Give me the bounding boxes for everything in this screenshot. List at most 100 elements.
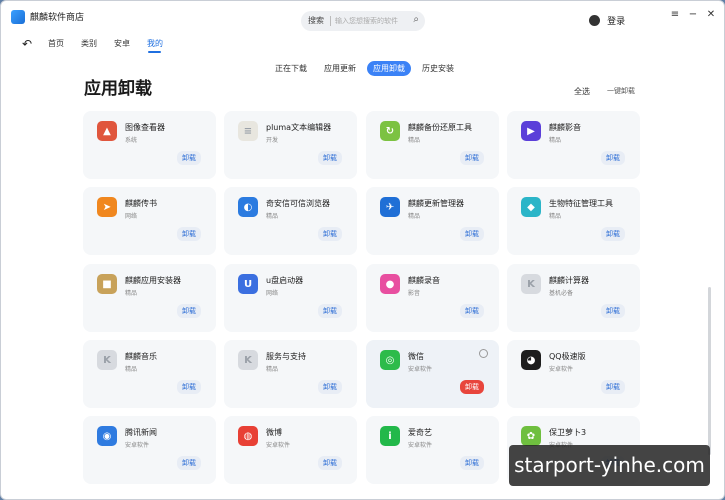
uninstall-button[interactable]: 卸载 [318,151,342,165]
app-card[interactable]: ≡ pluma文本编辑器 开发 卸载 [224,111,357,179]
uninstall-button[interactable]: 卸载 [318,380,342,394]
app-category: 精品 [408,137,421,144]
nav-android[interactable]: 安卓 [114,38,130,49]
calculator-icon: K [521,274,541,294]
app-name: 麒麟影音 [549,123,581,132]
app-card[interactable]: ◉ 腾讯新闻 安卓软件 卸载 [83,416,216,484]
usb-boot-icon: U [238,274,258,294]
app-card[interactable]: ◕ QQ极速版 安卓软件 卸载 [507,340,640,408]
uninstall-button[interactable]: 卸载 [177,227,201,241]
app-category: 网络 [125,213,138,220]
app-card[interactable]: ▶ 麒麟影音精品卸载 [507,111,640,179]
uninstall-button[interactable]: 卸载 [177,456,201,470]
app-category: 精品 [549,137,562,144]
app-category: 安卓软件 [266,442,291,449]
uninstall-button[interactable]: 卸载 [177,380,201,394]
uninstall-button[interactable]: 卸载 [460,380,484,394]
app-card[interactable]: ● 麒麟录音 影音 卸载 [366,264,499,332]
app-card[interactable]: i 爱奇艺 安卓软件 卸载 [366,416,499,484]
uninstall-button[interactable]: 卸载 [601,151,625,165]
app-card[interactable]: ■ 麒麟应用安装器 精品 卸载 [83,264,216,332]
app-name: 麒麟计算器 [549,276,589,285]
avatar-icon [589,15,600,26]
search-divider [330,16,331,26]
uninstall-button[interactable]: 卸载 [318,456,342,470]
video-player-icon: ▶ [521,121,541,141]
uninstall-all-button[interactable]: 一键卸载 [607,86,635,96]
wechat-icon: ◎ [380,350,400,370]
nav-category[interactable]: 类别 [81,38,97,49]
close-icon[interactable]: ✕ [705,9,717,20]
app-category: 系统 [125,137,138,144]
backup-icon: ↻ [380,121,400,141]
app-category: 精品 [125,366,138,373]
app-name: 爱奇艺 [408,428,432,437]
app-category: 精品 [125,290,138,297]
uninstall-button[interactable]: 卸载 [318,227,342,241]
iqiyi-icon: i [380,426,400,446]
uninstall-button[interactable]: 卸载 [601,304,625,318]
app-name: 麒麟传书 [125,199,157,208]
select-all-button[interactable]: 全选 [574,86,590,97]
search-box[interactable]: 搜索 输入您想搜索的软件 ⌕ [301,11,425,31]
app-category: 精品 [549,213,562,220]
app-category: 精品 [266,213,279,220]
app-name: 麒麟应用安装器 [125,276,181,285]
image-viewer-icon: ▲ [97,121,117,141]
app-logo-icon [11,10,25,24]
app-card[interactable]: ◐ 奇安信可信浏览器 精品 卸载 [224,187,357,255]
app-card[interactable]: K 服务与支持 精品 卸载 [224,340,357,408]
uninstall-button[interactable]: 卸载 [177,151,201,165]
menu-icon[interactable]: ≡ [669,9,681,20]
nav-mine[interactable]: 我的 [147,38,163,49]
uninstall-button[interactable]: 卸载 [601,380,625,394]
scrollbar[interactable] [708,287,711,455]
app-name: 麒麟备份还原工具 [408,123,472,132]
app-card[interactable]: ◎ 微信 安卓软件 卸载 [366,340,499,408]
page-title: 应用卸载 [84,79,152,99]
app-category: 网络 [266,290,279,297]
uninstall-button[interactable]: 卸载 [460,227,484,241]
minimize-icon[interactable]: − [687,9,699,20]
app-name: 图像查看器 [125,123,165,132]
uninstall-button[interactable]: 卸载 [601,227,625,241]
uninstall-button[interactable]: 卸载 [460,456,484,470]
uninstall-button[interactable]: 卸载 [460,151,484,165]
app-card[interactable]: ▲ 图像查看器系统卸载 [83,111,216,179]
uninstall-button[interactable]: 卸载 [460,304,484,318]
text-editor-icon: ≡ [238,121,258,141]
app-category: 开发 [266,137,279,144]
app-card[interactable]: ✈ 麒麟更新管理器 精品 卸载 [366,187,499,255]
uninstall-button[interactable]: 卸载 [318,304,342,318]
app-name: u盘启动器 [266,276,304,285]
app-name: 麒麟更新管理器 [408,199,464,208]
tab-downloading[interactable]: 正在下载 [269,61,313,76]
back-arrow-icon[interactable]: ↶ [22,37,32,51]
app-card[interactable]: K 麒麟计算器 基机必备 卸载 [507,264,640,332]
app-name: 生物特征管理工具 [549,199,613,208]
select-checkbox[interactable] [479,349,488,358]
search-input[interactable]: 输入您想搜索的软件 [335,16,398,26]
search-label: 搜索 [308,16,324,25]
app-card[interactable]: ◍ 微博 安卓软件 卸载 [224,416,357,484]
tab-uninstall[interactable]: 应用卸载 [367,61,411,76]
tab-updates[interactable]: 应用更新 [318,61,362,76]
game-icon: ✿ [521,426,541,446]
app-name: 麒麟音乐 [125,352,157,361]
app-card[interactable]: ◆ 生物特征管理工具 精品 卸载 [507,187,640,255]
app-name: 腾讯新闻 [125,428,157,437]
app-card[interactable]: ➤ 麒麟传书 网络 卸载 [83,187,216,255]
app-card[interactable]: Uu盘启动器网络卸载 [224,264,357,332]
search-icon[interactable]: ⌕ [413,14,419,25]
nav-home[interactable]: 首页 [48,38,64,49]
tab-history[interactable]: 历史安装 [416,61,460,76]
login-button[interactable]: 登录 [589,10,625,29]
app-card[interactable]: K 麒麟音乐 精品 卸载 [83,340,216,408]
uninstall-button[interactable]: 卸载 [177,304,201,318]
app-window: 麒麟软件商店 搜索 输入您想搜索的软件 ⌕ 登录 ≡ − ✕ ↶ 首页 类别 安… [0,0,725,500]
app-card[interactable]: ↻ 麒麟备份还原工具 精品卸载 [366,111,499,179]
browser-icon: ◐ [238,197,258,217]
app-category: 安卓软件 [549,366,574,373]
qq-icon: ◕ [521,350,541,370]
update-manager-icon: ✈ [380,197,400,217]
